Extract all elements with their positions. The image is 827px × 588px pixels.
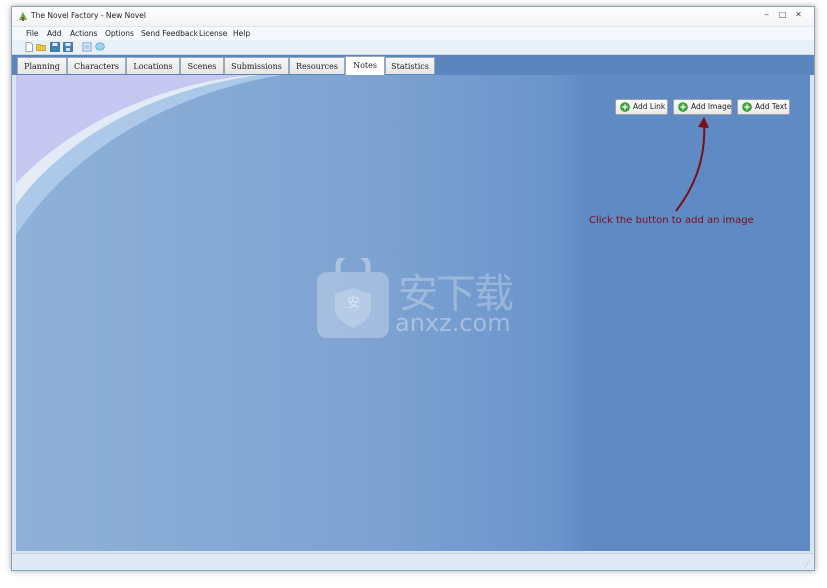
new-document-icon[interactable] [24,42,34,52]
tab-notes[interactable]: Notes [345,56,385,75]
add-plus-icon [620,102,630,112]
window-title: The Novel Factory - New Novel [31,11,147,20]
toolbar [12,40,814,55]
add-image-label: Add Image [691,102,732,111]
menu-bar: File Add Actions Options Send Feedback L… [12,27,814,40]
save-as-icon[interactable] [63,42,73,52]
tab-scenes[interactable]: Scenes [180,57,224,74]
menu-file[interactable]: File [26,29,39,38]
save-icon[interactable] [50,42,60,52]
notes-canvas[interactable]: 安 安下载 anxz.com Add Link Add Image Add Te… [16,75,810,551]
add-plus-icon [742,102,752,112]
add-image-button[interactable]: Add Image [673,99,732,115]
menu-actions[interactable]: Actions [70,29,97,38]
tab-planning[interactable]: Planning [17,57,67,74]
menu-add[interactable]: Add [47,29,62,38]
tab-resources[interactable]: Resources [289,57,345,74]
close-button[interactable]: ✕ [792,9,805,20]
tab-statistics[interactable]: Statistics [385,57,435,74]
watermark-url-text: anxz.com [395,309,511,337]
resize-grip-icon[interactable]: ⋰ [804,560,811,568]
app-logo-icon [19,12,27,21]
help-icon[interactable] [95,42,105,52]
title-bar: The Novel Factory - New Novel ‒ □ ✕ [12,7,814,27]
add-link-label: Add Link [633,102,666,111]
add-plus-icon [678,102,688,112]
annotation-text: Click the button to add an image [589,215,754,226]
menu-send-feedback[interactable]: Send Feedback [141,29,198,38]
tab-characters[interactable]: Characters [67,57,126,74]
tab-submissions[interactable]: Submissions [224,57,289,74]
add-text-label: Add Text [755,102,788,111]
menu-help[interactable]: Help [233,29,250,38]
menu-license[interactable]: License [199,29,227,38]
minimize-button[interactable]: ‒ [760,9,773,20]
maximize-button[interactable]: □ [776,9,789,20]
print-preview-icon[interactable] [82,42,92,52]
menu-options[interactable]: Options [105,29,134,38]
annotation-arrow-icon [675,117,709,212]
tab-locations[interactable]: Locations [126,57,180,74]
status-bar: ⋰ [12,553,814,570]
add-text-button[interactable]: Add Text [737,99,790,115]
add-link-button[interactable]: Add Link [615,99,668,115]
watermark-badge-text: 安 [347,296,361,311]
open-folder-icon[interactable] [36,42,46,52]
app-window: The Novel Factory - New Novel ‒ □ ✕ File… [11,6,815,571]
tab-strip: Planning Characters Locations Scenes Sub… [12,55,814,75]
